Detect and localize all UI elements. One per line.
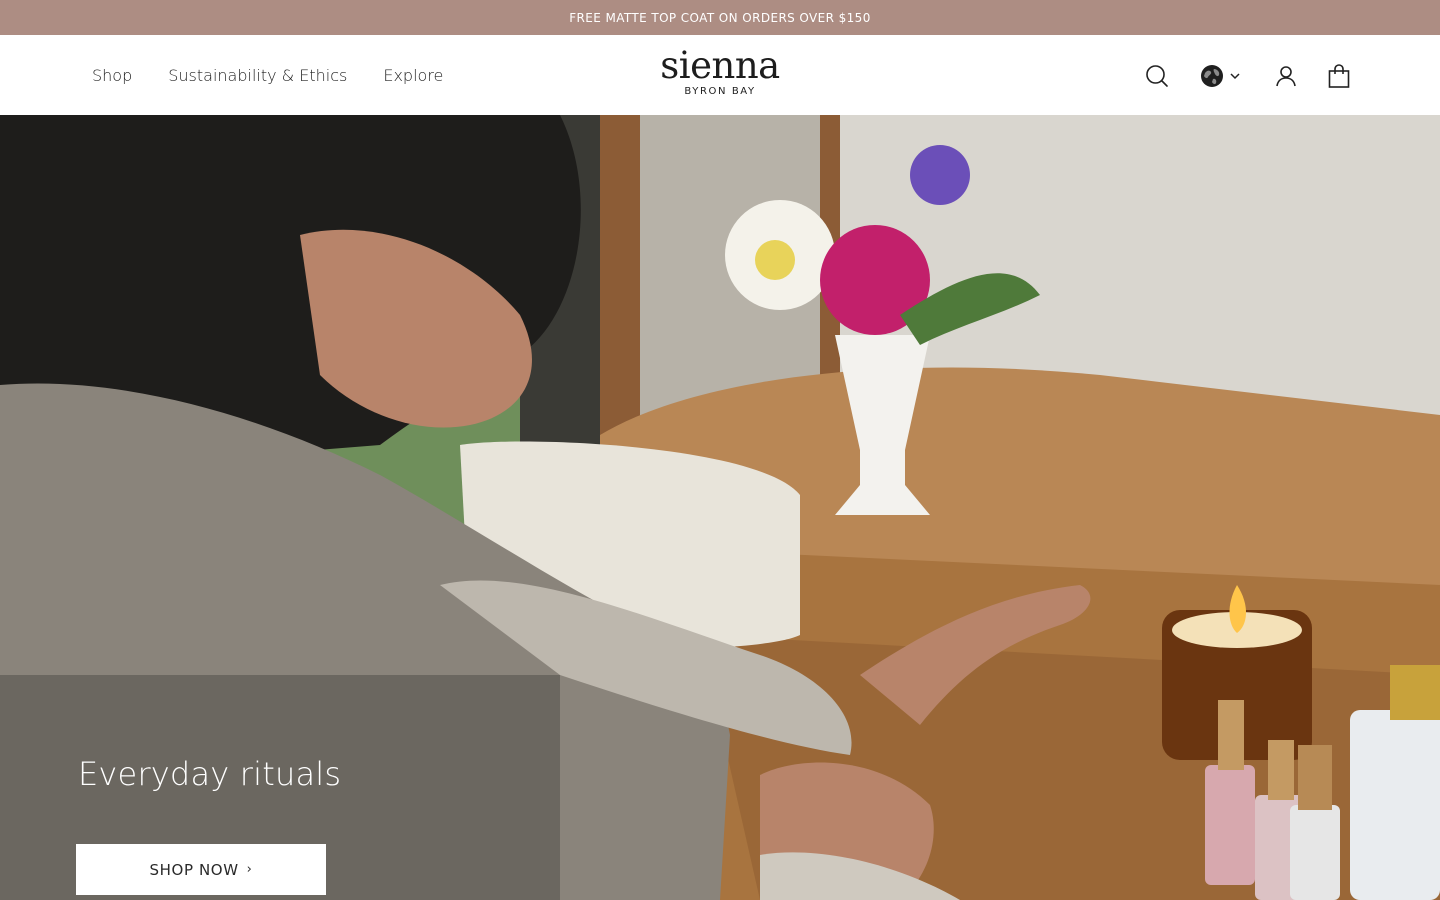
shop-now-label: SHOP NOW [149,860,239,879]
site-header: Shop Sustainability & Ethics Explore sie… [0,35,1440,115]
region-selector[interactable] [1198,61,1244,91]
logo-subtitle: BYRON BAY [684,86,756,97]
search-button[interactable] [1142,61,1172,91]
chevron-down-icon [1230,73,1240,80]
cart-button[interactable] [1324,61,1354,91]
globe-icon [1201,65,1223,87]
hero-banner: Everyday rituals SHOP NOW › [0,115,1440,900]
nav-item-shop[interactable]: Shop [92,66,132,85]
shop-now-button[interactable]: SHOP NOW › [76,844,326,895]
hero-title: Everyday rituals [78,755,342,793]
site-logo[interactable]: sienna BYRON BAY [648,47,792,103]
chevron-right-icon: › [246,862,253,877]
search-icon [1146,65,1168,87]
announcement-text: FREE MATTE TOP COAT ON ORDERS OVER $150 [569,10,871,25]
main-nav: Shop Sustainability & Ethics Explore [92,35,479,115]
logo-wordmark: sienna [660,44,780,87]
nav-item-explore[interactable]: Explore [383,66,443,85]
cart-icon [1328,64,1350,88]
announcement-bar: FREE MATTE TOP COAT ON ORDERS OVER $150 [0,0,1440,35]
nav-item-sustainability[interactable]: Sustainability & Ethics [168,66,347,85]
account-icon [1276,66,1296,87]
header-icons [1140,35,1360,115]
account-button[interactable] [1271,61,1301,91]
